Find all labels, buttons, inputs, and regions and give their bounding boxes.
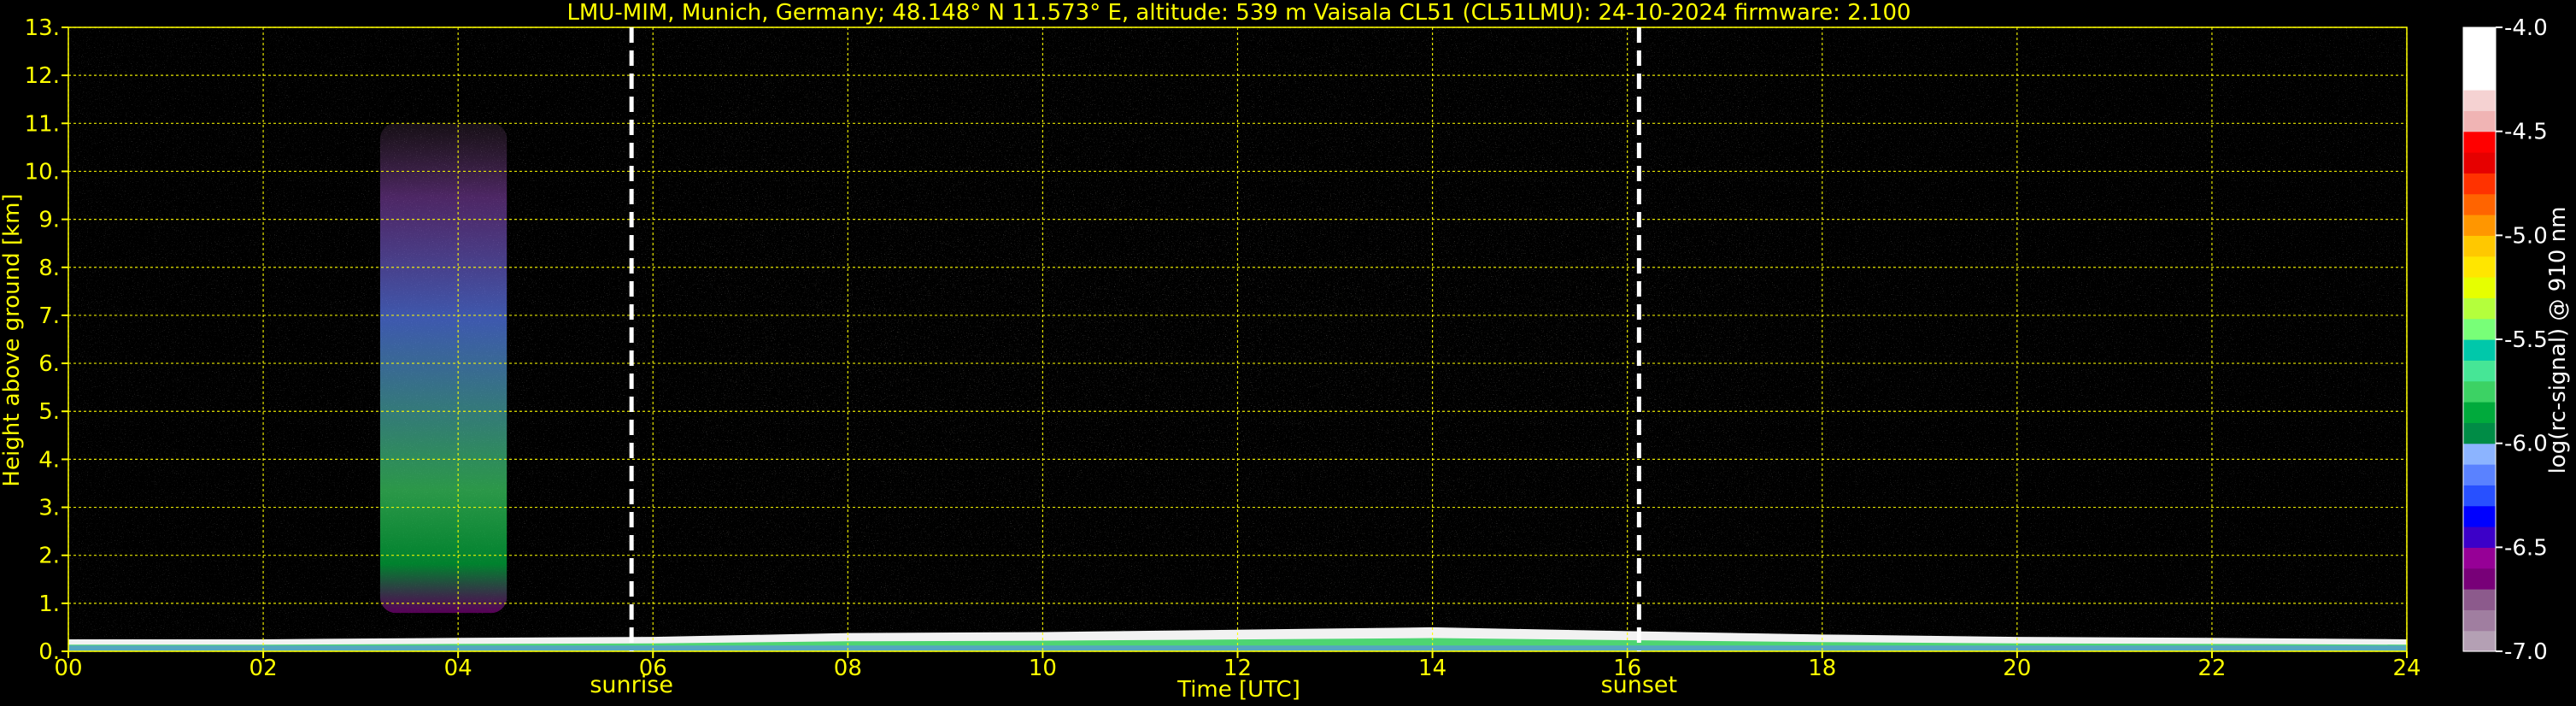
colorbar-segment (2463, 360, 2496, 382)
colorbar-segment (2463, 464, 2496, 485)
x-tick-label: 00 (54, 656, 82, 681)
y-tick-label: 3. (38, 496, 60, 521)
y-tick-label: 4. (38, 447, 60, 473)
colorbar-segment (2463, 505, 2496, 527)
y-tick-label: 6. (38, 351, 60, 377)
colorbar-segment (2463, 131, 2496, 153)
y-tick-label: 11. (25, 111, 60, 137)
y-tick-label: 13. (25, 15, 60, 41)
colorbar-segment (2463, 256, 2496, 278)
colorbar-segment (2463, 27, 2496, 49)
y-tick-label: 2. (38, 544, 60, 569)
colorbar-segment (2463, 527, 2496, 548)
colorbar-segment (2463, 589, 2496, 610)
y-tick-label: 12. (25, 63, 60, 89)
y-tick-label: 8. (38, 256, 60, 281)
colorbar-segment (2463, 193, 2496, 215)
colorbar-segment (2463, 318, 2496, 340)
colorbar-tick-label: -4.0 (2504, 15, 2548, 41)
y-axis: 0.1.2.3.4.5.6.7.8.9.10.11.12.13. (25, 15, 68, 665)
colorbar-segment (2463, 568, 2496, 590)
colorbar-segment (2463, 48, 2496, 70)
x-tick-label: 20 (2003, 656, 2031, 681)
colorbar-segment (2463, 110, 2496, 132)
colorbar-tick-label: -6.5 (2504, 535, 2548, 561)
colorbar-segment (2463, 277, 2496, 298)
colorbar-segment (2463, 630, 2496, 652)
y-axis-label: Height above ground [km] (0, 193, 25, 486)
colorbar-segment (2463, 68, 2496, 91)
colorbar-label: log(rc-signal) @ 910 nm (2545, 207, 2571, 474)
colorbar-segment (2463, 339, 2496, 361)
colorbar-tick-label: -4.5 (2504, 120, 2548, 145)
y-tick-label: 10. (25, 159, 60, 185)
y-tick-label: 5. (38, 399, 60, 425)
colorbar: -4.0 -4.5 -5.0 -5.5 -6.0 -6.5 -7.0 (2462, 15, 2548, 665)
x-tick-label: 22 (2198, 656, 2226, 681)
y-tick-label: 7. (38, 303, 60, 329)
x-tick-label: 18 (1808, 656, 1836, 681)
colorbar-segment (2463, 235, 2496, 257)
x-tick-label: 04 (444, 656, 472, 681)
cloud-band (379, 123, 508, 614)
colorbar-segment (2463, 443, 2496, 465)
x-axis-label: Time [UTC] (1177, 677, 1300, 703)
colorbar-tick-label: -5.5 (2504, 327, 2548, 353)
colorbar-segment (2463, 173, 2496, 195)
y-tick-label: 9. (38, 208, 60, 233)
colorbar-segment (2463, 422, 2496, 444)
x-tick-label: 16 (1613, 656, 1641, 681)
x-tick-label: 06 (639, 656, 667, 681)
colorbar-segment (2463, 402, 2496, 423)
colorbar-tick-label: -6.0 (2504, 432, 2548, 457)
x-tick-label: 02 (249, 656, 278, 681)
colorbar-segment (2463, 485, 2496, 507)
colorbar-segment (2463, 90, 2496, 111)
colorbar-segment (2463, 380, 2496, 403)
x-tick-label: 24 (2392, 656, 2421, 681)
chart-title: LMU-MIM, Munich, Germany; 48.148° N 11.5… (566, 0, 1910, 26)
colorbar-tick-label: -7.0 (2504, 639, 2548, 665)
colorbar-segment (2463, 547, 2496, 569)
colorbar-segment (2463, 215, 2496, 236)
x-tick-label: 14 (1418, 656, 1446, 681)
colorbar-segment (2463, 297, 2496, 320)
colorbar-segment (2463, 609, 2496, 632)
ceilometer-chart: sunrise sunset 0.1.2.3.4.5.6.7.8.9.10.11.… (0, 0, 2571, 703)
colorbar-tick-label: -5.0 (2504, 223, 2548, 249)
y-tick-label: 1. (38, 591, 60, 617)
x-tick-label: 10 (1029, 656, 1057, 681)
x-tick-label: 08 (834, 656, 862, 681)
colorbar-segment (2463, 152, 2496, 174)
